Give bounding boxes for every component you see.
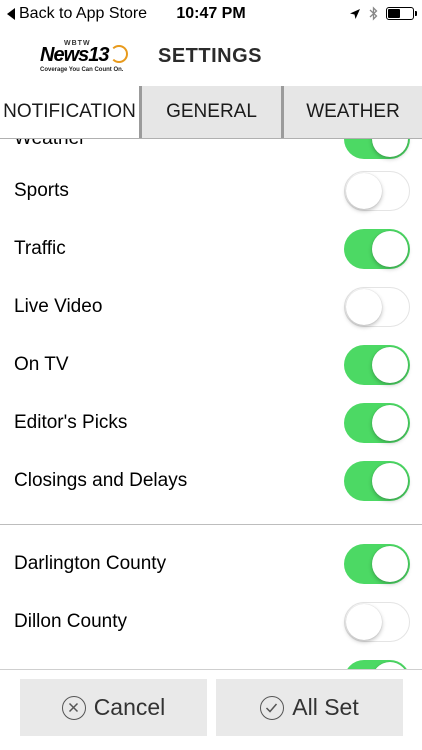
location-arrow-icon — [350, 8, 360, 19]
cancel-label: Cancel — [93, 694, 166, 720]
row-label: Sports — [14, 180, 69, 201]
weather-toggle[interactable] — [344, 139, 410, 159]
row-label: On TV — [14, 354, 69, 375]
row-label: Editor's Picks — [14, 412, 128, 433]
list-item-darlington-county: Darlington County — [0, 535, 422, 593]
list-item-editors-picks: Editor's Picks — [0, 394, 422, 452]
notification-list[interactable]: Weather Sports Traffic Live Video On TV … — [0, 139, 422, 669]
status-icons — [349, 6, 417, 21]
list-item-live-video: Live Video — [0, 278, 422, 336]
battery-icon — [386, 7, 417, 20]
darlington-county-toggle[interactable] — [344, 544, 410, 584]
closings-delays-toggle[interactable] — [344, 461, 410, 501]
all-set-button[interactable]: All Set — [216, 679, 403, 736]
news13-logo: WBTW News13 Coverage You Can Count On. — [36, 40, 128, 76]
traffic-toggle[interactable] — [344, 229, 410, 269]
tab-general[interactable]: GENERAL — [142, 86, 281, 138]
list-item-sports: Sports — [0, 162, 422, 220]
sports-toggle[interactable] — [344, 171, 410, 211]
list-item-on-tv: On TV — [0, 336, 422, 394]
footer-bar: Cancel All Set — [0, 669, 422, 750]
section-divider — [0, 524, 422, 525]
list-item-dillon-county: Dillon County — [0, 593, 422, 651]
settings-screen: Back to App Store 10:47 PM WBTW News13 C… — [0, 0, 422, 750]
logo-wordmark: News13 — [40, 44, 110, 66]
bluetooth-icon — [369, 6, 378, 21]
app-header: WBTW News13 Coverage You Can Count On. S… — [0, 30, 422, 86]
tab-notification[interactable]: NOTIFICATION — [0, 86, 139, 138]
page-title: SETTINGS — [158, 45, 263, 67]
live-video-toggle[interactable] — [344, 287, 410, 327]
list-item-traffic: Traffic — [0, 220, 422, 278]
editors-picks-toggle[interactable] — [344, 403, 410, 443]
cancel-x-icon — [61, 695, 86, 720]
tab-weather[interactable]: WEATHER — [284, 86, 422, 138]
list-item-partial — [0, 651, 422, 669]
all-set-label: All Set — [292, 694, 359, 720]
row-label: Live Video — [14, 296, 103, 317]
dillon-county-toggle[interactable] — [344, 602, 410, 642]
settings-tabs: NOTIFICATION GENERAL WEATHER — [0, 86, 422, 139]
on-tv-toggle[interactable] — [344, 345, 410, 385]
row-label: Weather — [14, 139, 85, 150]
row-label: Closings and Delays — [14, 470, 188, 491]
row-label: Traffic — [14, 238, 66, 259]
row-label: Dillon County — [14, 611, 127, 632]
logo-ring-icon — [110, 45, 128, 63]
checkmark-icon — [260, 695, 285, 720]
partial-row-toggle[interactable] — [344, 660, 410, 669]
logo-tagline: Coverage You Can Count On. — [40, 67, 124, 73]
list-item-closings-delays: Closings and Delays — [0, 452, 422, 510]
row-label: Darlington County — [14, 553, 167, 574]
status-bar: Back to App Store 10:47 PM — [0, 0, 422, 30]
cancel-button[interactable]: Cancel — [20, 679, 207, 736]
